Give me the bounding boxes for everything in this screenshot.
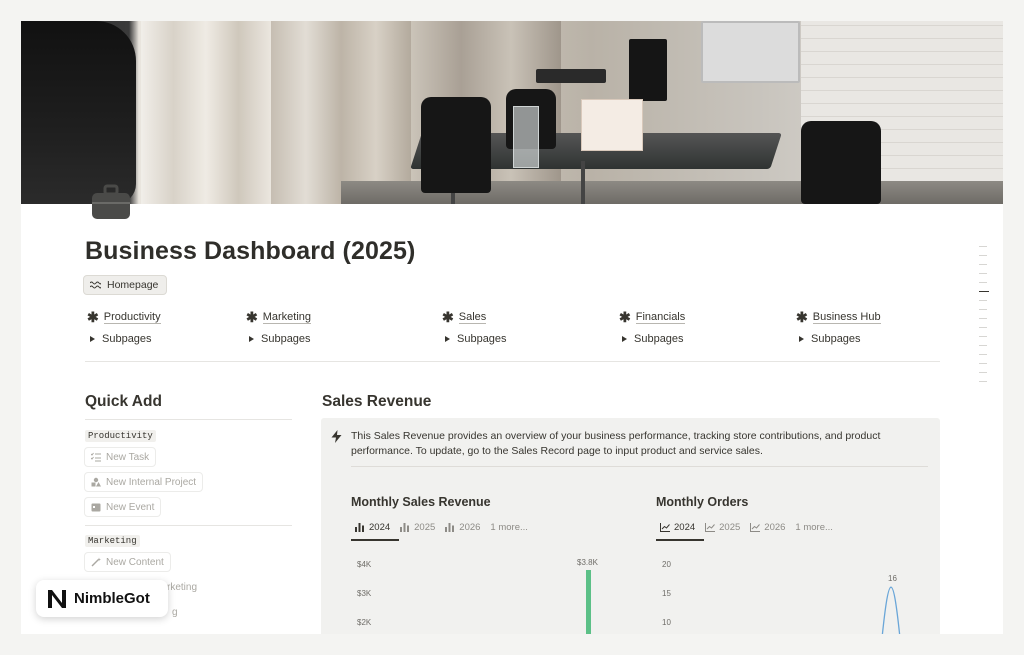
tab-2024[interactable]: 2024	[660, 518, 695, 536]
checklist-icon	[91, 452, 101, 462]
callout-divider	[351, 466, 928, 467]
subpages-toggle[interactable]: Subpages	[87, 332, 161, 346]
tab-2025[interactable]: 2025	[705, 518, 740, 536]
brand-badge: NimbleGot	[36, 580, 168, 617]
orders-line	[881, 586, 901, 634]
subpages-toggle[interactable]: Subpages	[796, 332, 881, 346]
asterisk-icon: ✱	[87, 308, 99, 325]
bar-chart-icon	[445, 522, 455, 532]
asterisk-icon: ✱	[246, 308, 258, 325]
nav-link-marketing[interactable]: ✱ Marketing	[246, 308, 312, 325]
nav-link-financials[interactable]: ✱ Financials	[619, 308, 686, 325]
new-content-button[interactable]: New Content	[84, 552, 171, 572]
subpages-toggle[interactable]: Subpages	[442, 332, 507, 346]
marketing-tag: Marketing	[85, 535, 140, 547]
nav-financials: ✱ Financials Subpages	[619, 308, 686, 346]
calendar-icon	[91, 503, 101, 512]
nav-productivity: ✱ Productivity Subpages	[87, 309, 161, 346]
monthly-orders-title: Monthly Orders	[656, 495, 749, 509]
revenue-bar	[586, 569, 591, 634]
triangle-right-icon	[249, 336, 254, 342]
table-of-contents[interactable]	[979, 246, 989, 390]
tab-more[interactable]: 1 more...	[490, 518, 528, 536]
nav-sales: ✱ Sales Subpages	[442, 309, 507, 346]
magic-wand-icon	[91, 557, 101, 567]
orders-tick-label: 10	[662, 618, 671, 627]
new-event-button[interactable]: New Event	[84, 497, 162, 517]
revenue-tick-label: $4K	[357, 560, 372, 569]
active-tab-indicator	[656, 539, 704, 541]
new-internal-project-button[interactable]: New Internal Project	[84, 472, 204, 492]
tab-more[interactable]: 1 more...	[795, 518, 833, 536]
monthly-sales-revenue-title: Monthly Sales Revenue	[351, 495, 491, 509]
revenue-tick-label: $3K	[357, 589, 372, 598]
tab-2026[interactable]: 2026	[750, 518, 785, 536]
section-divider	[85, 361, 940, 362]
nav-business-hub: ✱ Business Hub Subpages	[796, 309, 881, 346]
subpages-toggle[interactable]: Subpages	[246, 332, 311, 346]
new-task-button[interactable]: New Task	[84, 447, 157, 467]
homepage-label: Homepage	[107, 279, 159, 291]
active-tab-indicator	[351, 539, 399, 541]
triangle-right-icon	[622, 336, 627, 342]
revenue-bar-label: $3.8K	[577, 557, 598, 567]
bar-chart-icon	[400, 522, 410, 532]
tab-2024[interactable]: 2024	[355, 518, 390, 536]
asterisk-icon: ✱	[442, 308, 454, 325]
triangle-right-icon	[445, 336, 450, 342]
lightning-icon	[331, 430, 342, 443]
new-marketing-item-button[interactable]: g	[166, 602, 184, 622]
nav-link-business-hub[interactable]: ✱ Business Hub	[796, 309, 881, 325]
subpages-toggle[interactable]: Subpages	[619, 332, 685, 346]
brand-name: NimbleGot	[74, 590, 150, 607]
asterisk-icon: ✱	[796, 308, 808, 325]
sales-revenue-heading: Sales Revenue	[322, 393, 432, 410]
waves-icon	[90, 281, 101, 289]
revenue-year-tabs: 2024 2025 2026 1 more...	[355, 518, 528, 536]
cover-image	[21, 21, 1003, 204]
bar-chart-icon	[355, 522, 364, 532]
line-chart-icon	[705, 522, 716, 532]
shapes-icon	[91, 477, 101, 487]
tab-2026[interactable]: 2026	[445, 518, 480, 536]
page-frame: Business Dashboard (2025) Homepage ✱ Pro…	[21, 21, 1003, 634]
quick-add-divider	[85, 525, 292, 526]
orders-tick-label: 20	[662, 560, 671, 569]
nav-link-sales[interactable]: ✱ Sales	[442, 309, 507, 325]
quick-add-heading: Quick Add	[85, 393, 162, 410]
line-chart-icon	[660, 522, 670, 532]
productivity-tag: Productivity	[85, 430, 156, 442]
orders-tick-label: 15	[662, 589, 671, 598]
nav-link-productivity[interactable]: ✱ Productivity	[87, 309, 161, 325]
orders-year-tabs: 2024 2025 2026 1 more...	[660, 518, 833, 536]
tab-2025[interactable]: 2025	[400, 518, 435, 536]
quick-add-divider	[85, 419, 292, 420]
sales-callout: This Sales Revenue provides an overview …	[321, 418, 940, 634]
revenue-tick-label: $2K	[357, 618, 372, 627]
homepage-link[interactable]: Homepage	[83, 275, 168, 295]
briefcase-icon	[91, 184, 131, 220]
triangle-right-icon	[799, 336, 804, 342]
nav-marketing: ✱ Marketing Subpages	[246, 308, 312, 346]
callout-text: This Sales Revenue provides an overview …	[351, 430, 881, 457]
nimblegot-logo-icon	[48, 589, 66, 608]
orders-line-series	[881, 586, 901, 634]
page-title: Business Dashboard (2025)	[85, 237, 416, 265]
triangle-right-icon	[90, 336, 95, 342]
line-chart-icon	[750, 522, 761, 532]
asterisk-icon: ✱	[619, 308, 631, 325]
